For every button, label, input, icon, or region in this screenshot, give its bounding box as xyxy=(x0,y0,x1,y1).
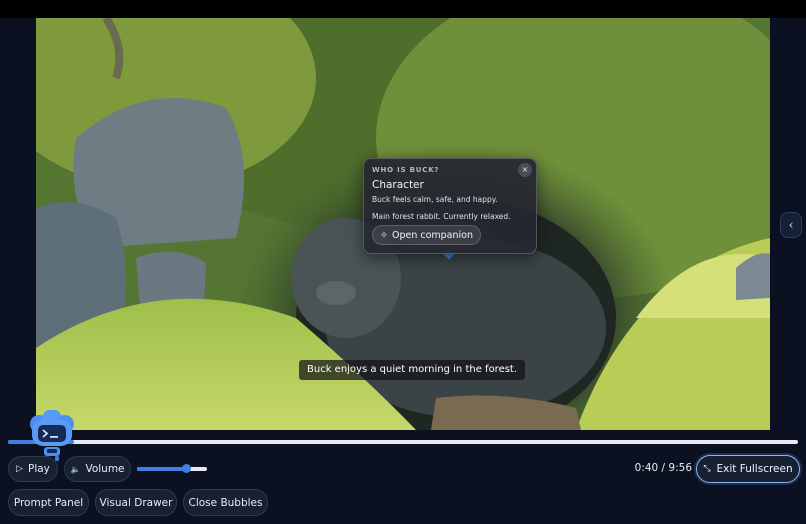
character-info-bubble: WHO IS BUCK? × Character Buck feels calm… xyxy=(363,158,537,254)
speaker-icon: 🔈 xyxy=(70,464,81,474)
play-label: Play xyxy=(28,463,50,475)
play-icon: ▷ xyxy=(16,464,23,474)
volume-label: Volume xyxy=(85,463,125,475)
close-bubbles-label: Close Bubbles xyxy=(188,496,263,509)
volume-button[interactable]: 🔈 Volume xyxy=(64,456,131,482)
bubble-title: Character xyxy=(372,179,424,191)
collapse-icon: ⤡ xyxy=(703,464,711,474)
chevron-left-icon: ‹ xyxy=(788,218,794,232)
sparkle-icon: ✧ xyxy=(380,229,388,241)
top-bar xyxy=(0,0,806,18)
bubble-mood-text: Buck feels calm, safe, and happy. xyxy=(372,195,498,204)
time-readout: 0:40 / 9:56 xyxy=(634,462,692,474)
exit-fullscreen-button[interactable]: ⤡ Exit Fullscreen xyxy=(696,455,800,483)
play-button[interactable]: ▷ Play xyxy=(8,456,58,482)
progress-bar[interactable] xyxy=(8,440,798,444)
mascot-robot-icon xyxy=(30,410,74,461)
bubble-description: Main forest rabbit. Currently relaxed. xyxy=(372,212,511,221)
close-bubbles-button[interactable]: Close Bubbles xyxy=(183,489,268,516)
bubble-eyebrow: WHO IS BUCK? xyxy=(372,166,440,174)
prompt-panel-button[interactable]: Prompt Panel xyxy=(8,489,89,516)
volume-slider-handle[interactable] xyxy=(181,464,191,473)
side-panel-toggle-button[interactable]: ‹ xyxy=(780,212,802,238)
visual-drawer-button[interactable]: Visual Drawer xyxy=(95,489,177,516)
close-icon[interactable]: × xyxy=(518,163,532,177)
open-companion-button[interactable]: ✧ Open companion xyxy=(372,225,481,245)
prompt-panel-label: Prompt Panel xyxy=(13,496,84,509)
exit-fullscreen-label: Exit Fullscreen xyxy=(716,463,793,475)
volume-slider-fill xyxy=(137,467,186,471)
open-companion-label: Open companion xyxy=(391,229,473,241)
subtitle-caption: Buck enjoys a quiet morning in the fores… xyxy=(299,360,526,380)
visual-drawer-label: Visual Drawer xyxy=(99,496,173,509)
